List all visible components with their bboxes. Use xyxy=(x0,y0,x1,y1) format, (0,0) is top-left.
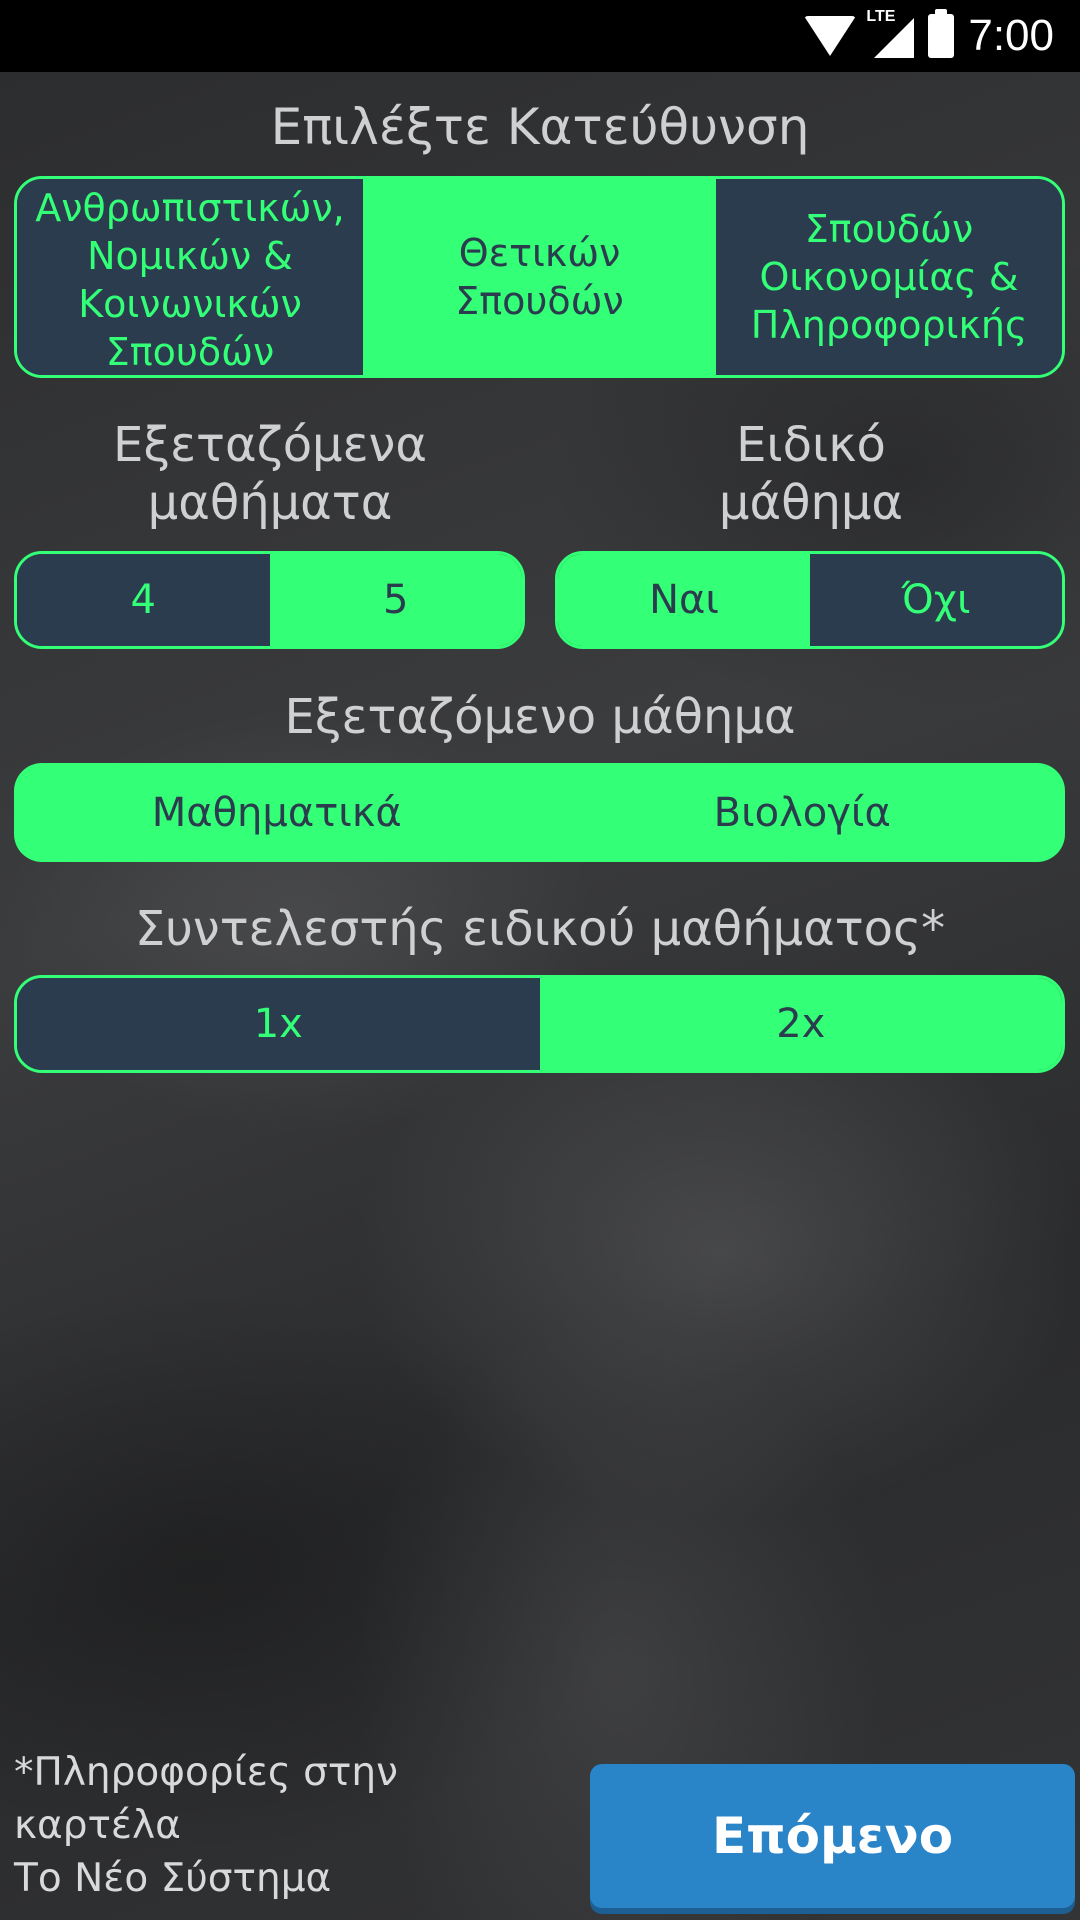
direction-title: Επιλέξτε Κατεύθυνση xyxy=(270,98,810,156)
examined-subject-option-math[interactable]: Μαθηματικά xyxy=(14,763,540,862)
coefficient-title: Συντελεστής ειδικού μαθήματος* xyxy=(134,901,946,957)
exam-subjects-option-4[interactable]: 4 xyxy=(17,554,270,646)
direction-selector: Ανθρωπιστικών, Νομικών & Κοινωνικών Σπου… xyxy=(14,176,1065,378)
coefficient-selector: 1x 2x xyxy=(14,975,1065,1073)
exam-subjects-selector: 4 5 xyxy=(14,551,525,649)
coefficient-option-1x[interactable]: 1x xyxy=(17,978,540,1070)
special-subject-title: Ειδικό μάθημα xyxy=(718,417,904,531)
coefficient-option-2x[interactable]: 2x xyxy=(539,978,1062,1070)
direction-option-humanities[interactable]: Ανθρωπιστικών, Νομικών & Κοινωνικών Σπου… xyxy=(17,179,364,375)
lte-signal-icon: LTE xyxy=(866,8,915,58)
special-subject-selector: Ναι Όχι xyxy=(555,551,1065,649)
direction-option-sciences[interactable]: Θετικών Σπουδών xyxy=(363,179,716,375)
examined-subject-title: Εξεταζόμενο μάθημα xyxy=(284,689,796,745)
special-subject-option-yes[interactable]: Ναι xyxy=(558,554,810,646)
status-bar: LTE 7:00 xyxy=(0,0,1080,72)
special-subject-option-no[interactable]: Όχι xyxy=(810,554,1062,646)
direction-option-economics[interactable]: Σπουδών Οικονομίας & Πληροφορικής xyxy=(715,179,1062,375)
battery-icon xyxy=(928,9,955,58)
exam-subjects-title: Εξεταζόμενα μαθήματα xyxy=(113,417,427,531)
footnote-info: *Πληροφορίες στην καρτέλα Το Νέο Σύστημα xyxy=(14,1750,398,1901)
clock: 7:00 xyxy=(968,11,1054,60)
next-button[interactable]: Επόμενο xyxy=(590,1764,1075,1908)
exam-subjects-option-5[interactable]: 5 xyxy=(269,554,522,646)
examined-subject-selector: Μαθηματικά Βιολογία xyxy=(14,763,1065,862)
examined-subject-option-biology[interactable]: Βιολογία xyxy=(539,763,1065,862)
wifi-icon xyxy=(804,16,857,56)
